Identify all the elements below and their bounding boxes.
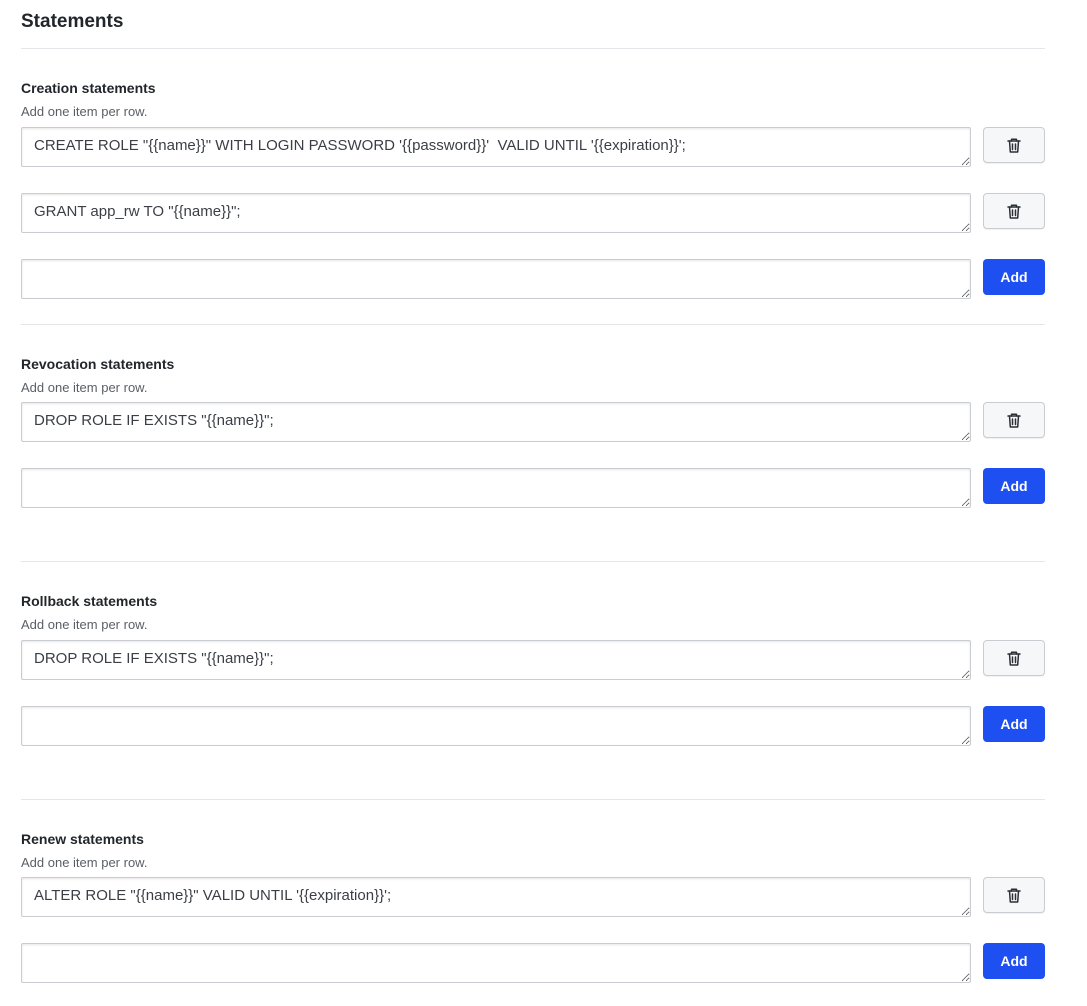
section-title: Revocation statements [21, 356, 175, 372]
section-title: Creation statements [21, 80, 156, 96]
divider [21, 799, 1045, 800]
renew-statement-field-1[interactable]: ALTER ROLE "{{name}}" VALID UNTIL '{{exp… [21, 877, 971, 917]
delete-rollback-statement-1-button[interactable] [983, 640, 1045, 676]
trash-icon [1007, 204, 1021, 219]
new-creation-statement-field[interactable] [21, 259, 971, 299]
add-rollback-statement-button[interactable]: Add [983, 706, 1045, 742]
rollback-statement-field-1[interactable]: DROP ROLE IF EXISTS "{{name}}"; [21, 640, 971, 680]
divider [21, 561, 1045, 562]
new-rollback-statement-field[interactable] [21, 706, 971, 746]
section-help-text: Add one item per row. [21, 380, 148, 395]
trash-icon [1007, 413, 1021, 428]
revocation-statement-field-1[interactable]: DROP ROLE IF EXISTS "{{name}}"; [21, 402, 971, 442]
delete-creation-statement-1-button[interactable] [983, 127, 1045, 163]
trash-icon [1007, 138, 1021, 153]
divider [21, 48, 1045, 49]
delete-creation-statement-2-button[interactable] [983, 193, 1045, 229]
creation-statement-field-2[interactable]: GRANT app_rw TO "{{name}}"; [21, 193, 971, 233]
creation-statement-field-1[interactable]: CREATE ROLE "{{name}}" WITH LOGIN PASSWO… [21, 127, 971, 167]
trash-icon [1007, 651, 1021, 666]
section-help-text: Add one item per row. [21, 617, 148, 632]
section-help-text: Add one item per row. [21, 855, 148, 870]
delete-revocation-statement-1-button[interactable] [983, 402, 1045, 438]
section-title: Rollback statements [21, 593, 158, 609]
trash-icon [1007, 888, 1021, 903]
add-renew-statement-button[interactable]: Add [983, 943, 1045, 979]
page-title: Statements [21, 11, 124, 32]
section-help-text: Add one item per row. [21, 104, 148, 119]
section-title: Renew statements [21, 831, 144, 847]
divider [21, 324, 1045, 325]
add-revocation-statement-button[interactable]: Add [983, 468, 1045, 504]
delete-renew-statement-1-button[interactable] [983, 877, 1045, 913]
add-creation-statement-button[interactable]: Add [983, 259, 1045, 295]
new-renew-statement-field[interactable] [21, 943, 971, 983]
new-revocation-statement-field[interactable] [21, 468, 971, 508]
